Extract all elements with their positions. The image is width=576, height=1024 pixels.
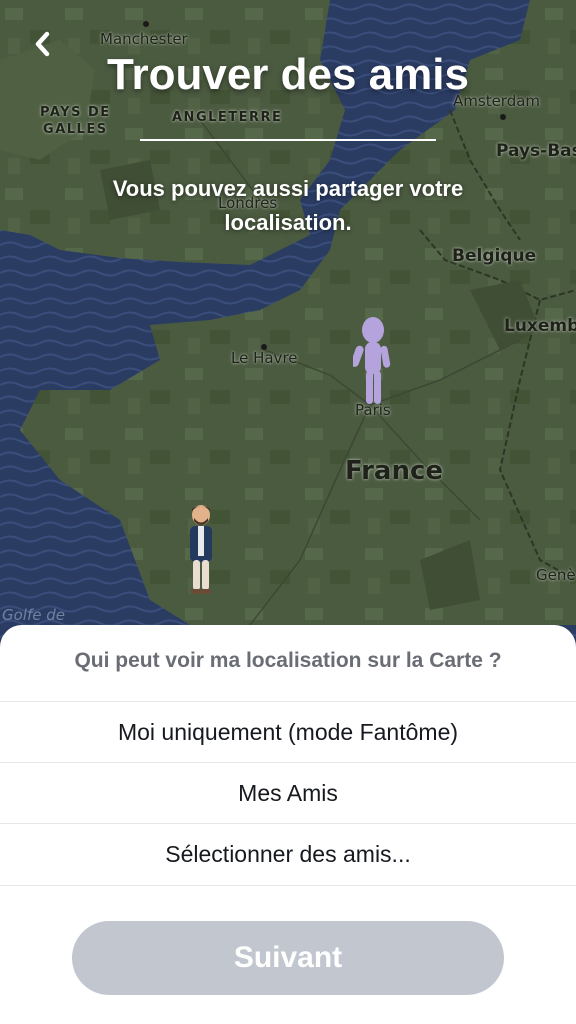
map-label-angleterre: ANGLETERRE: [172, 110, 283, 125]
manchester-dot: [143, 21, 149, 27]
option-ghost-mode[interactable]: Moi uniquement (mode Fantôme): [0, 701, 576, 762]
sheet-question: Qui peut voir ma localisation sur la Car…: [74, 649, 502, 672]
title-underline: [140, 139, 436, 141]
divider: [0, 885, 576, 886]
option-my-friends[interactable]: Mes Amis: [0, 762, 576, 823]
amsterdam-dot: [500, 114, 506, 120]
page-title: Trouver des amis: [107, 50, 469, 99]
bitmoji-avatar-icon[interactable]: [183, 503, 219, 597]
map-label-pays-bas: Pays-Bas: [496, 141, 576, 161]
next-button[interactable]: Suivant: [72, 921, 504, 995]
map-label-luxembourg: Luxemb: [504, 316, 576, 336]
page-subtitle: Vous pouvez aussi partager votre localis…: [112, 176, 464, 235]
map-label-pays-de-galles: PAYS DE GALLES: [40, 105, 111, 137]
map-label-france: France: [345, 456, 444, 486]
map-label-le-havre: Le Havre: [231, 349, 298, 367]
location-visibility-sheet: Qui peut voir ma localisation sur la Car…: [0, 625, 576, 1024]
map-label-geneve: Genè: [536, 566, 576, 584]
map-label-manchester: Manchester: [100, 30, 188, 48]
option-select-friends[interactable]: Sélectionner des amis...: [0, 823, 576, 884]
ghost-avatar-icon[interactable]: [353, 316, 393, 408]
map-label-belgique: Belgique: [452, 246, 537, 266]
map-label-golfe: Golfe de: [2, 606, 65, 624]
